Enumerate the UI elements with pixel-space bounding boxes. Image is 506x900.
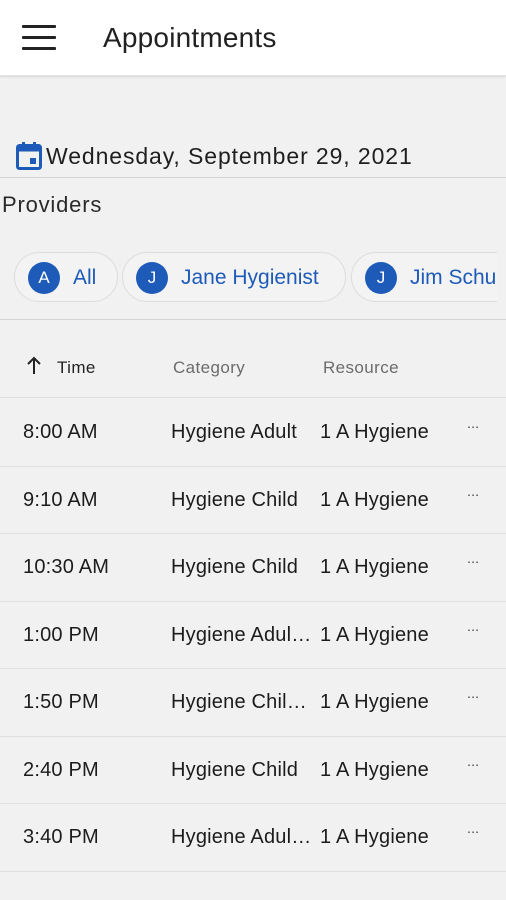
table-row[interactable]: 2:40 PM Hygiene Child 1 A Hygiene ... (0, 737, 506, 804)
appointment-category: Hygiene Adul… (171, 623, 312, 646)
date-selector[interactable]: Wednesday, September 29, 2021 (0, 138, 506, 178)
provider-chip-all[interactable]: A All (14, 252, 118, 302)
calendar-icon[interactable] (16, 142, 42, 170)
appointment-time: 3:40 PM (23, 826, 99, 848)
column-header-category[interactable]: Category (173, 358, 245, 378)
appointment-category: Hygiene Adult (171, 421, 298, 443)
app-bar: Appointments (0, 0, 506, 76)
table-row[interactable]: 10:30 AM Hygiene Child 1 A Hygiene ... (0, 534, 506, 602)
more-options-icon[interactable]: ... (467, 753, 487, 769)
avatar: J (365, 262, 397, 294)
hamburger-menu-icon[interactable] (22, 25, 56, 51)
arrow-up-icon[interactable] (25, 356, 43, 376)
appointment-time: 9:10 AM (23, 488, 98, 511)
appointment-resource: 1 A Hygiene (320, 826, 429, 848)
more-options-icon[interactable]: ... (467, 483, 487, 499)
appointment-resource: 1 A Hygiene (320, 758, 429, 781)
appointment-category: Hygiene Child (171, 556, 299, 578)
table-row[interactable]: 1:00 PM Hygiene Adul… 1 A Hygiene ... (0, 602, 506, 669)
column-header-resource[interactable]: Resource (323, 358, 399, 378)
appointment-category: Hygiene Child (171, 758, 299, 781)
provider-chip-label: Jim Schu (410, 266, 497, 289)
avatar: J (136, 262, 168, 294)
appointment-time: 1:50 PM (23, 691, 99, 713)
more-options-icon[interactable]: ... (467, 415, 487, 431)
appointment-resource: 1 A Hygiene (320, 421, 429, 443)
provider-chip-list[interactable]: A All J Jane Hygienist J Jim Schu (0, 252, 497, 306)
appointment-time: 1:00 PM (23, 623, 99, 646)
table-row[interactable]: 1:50 PM Hygiene Chil… 1 A Hygiene ... (0, 669, 506, 737)
appointment-category: Hygiene Child (171, 488, 299, 511)
more-options-icon[interactable]: ... (467, 550, 487, 566)
table-row[interactable]: 8:00 AM Hygiene Adult 1 A Hygiene ... (0, 399, 506, 467)
divider (0, 319, 506, 320)
more-options-icon[interactable]: ... (467, 618, 487, 634)
appointment-category: Hygiene Chil… (171, 691, 307, 713)
appointment-time: 2:40 PM (23, 758, 99, 781)
table-row[interactable]: 3:40 PM Hygiene Adul… 1 A Hygiene ... (0, 804, 506, 872)
appointment-resource: 1 A Hygiene (320, 623, 429, 646)
providers-heading: Providers (2, 192, 103, 217)
more-options-icon[interactable]: ... (467, 685, 487, 701)
table-header: Time Category Resource (0, 340, 506, 398)
provider-chip-label: All (73, 266, 97, 289)
appointment-time: 8:00 AM (23, 421, 98, 443)
appointment-resource: 1 A Hygiene (320, 691, 429, 713)
table-row[interactable]: 9:10 AM Hygiene Child 1 A Hygiene ... (0, 467, 506, 534)
column-header-time[interactable]: Time (57, 358, 96, 378)
selected-date[interactable]: Wednesday, September 29, 2021 (46, 143, 413, 170)
appointment-list: 8:00 AM Hygiene Adult 1 A Hygiene ... 9:… (0, 399, 506, 872)
provider-chip-label: Jane Hygienist (181, 266, 319, 289)
appointment-resource: 1 A Hygiene (320, 556, 429, 578)
provider-chip-jim-schu[interactable]: J Jim Schu (351, 252, 497, 302)
appointment-resource: 1 A Hygiene (320, 488, 429, 511)
avatar: A (28, 262, 60, 294)
provider-chip-jane-hygienist[interactable]: J Jane Hygienist (122, 252, 346, 302)
more-options-icon[interactable]: ... (467, 820, 487, 836)
page-title: Appointments (103, 22, 277, 53)
appointment-time: 10:30 AM (23, 556, 110, 578)
appointment-category: Hygiene Adul… (171, 826, 312, 848)
